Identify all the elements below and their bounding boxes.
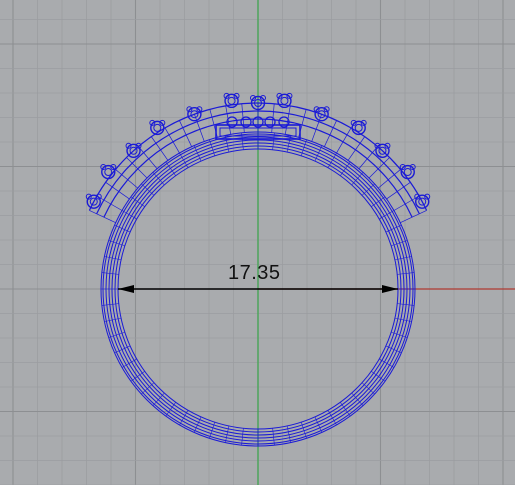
cad-viewport[interactable]: 17.35	[0, 0, 515, 485]
gallery-rib	[368, 157, 390, 179]
ring-band-segment	[385, 345, 402, 354]
ring-band-segment	[193, 416, 202, 433]
dimension-arrow-left	[118, 285, 134, 293]
ring-band-segment	[193, 145, 202, 162]
gallery-rib	[400, 210, 427, 223]
gallery-rib	[126, 157, 148, 179]
world-axes	[257, 0, 515, 485]
gallery-rib	[89, 210, 116, 223]
ring-band-segment	[114, 224, 131, 233]
ring-band-segment	[385, 224, 402, 233]
gallery-rib	[225, 105, 232, 135]
gallery-rib	[336, 127, 352, 154]
stone-outline	[280, 96, 289, 105]
dimension-value-label[interactable]: 17.35	[228, 262, 281, 285]
ring-band-segment	[314, 416, 323, 433]
stone-outline	[227, 96, 236, 105]
dimension-arrow-right	[382, 285, 398, 293]
ring-band-segment	[114, 345, 131, 354]
ring-band-segment	[314, 145, 323, 162]
viewport-canvas[interactable]	[0, 0, 515, 485]
gallery-rib	[284, 105, 291, 135]
gallery-rib	[164, 127, 180, 154]
